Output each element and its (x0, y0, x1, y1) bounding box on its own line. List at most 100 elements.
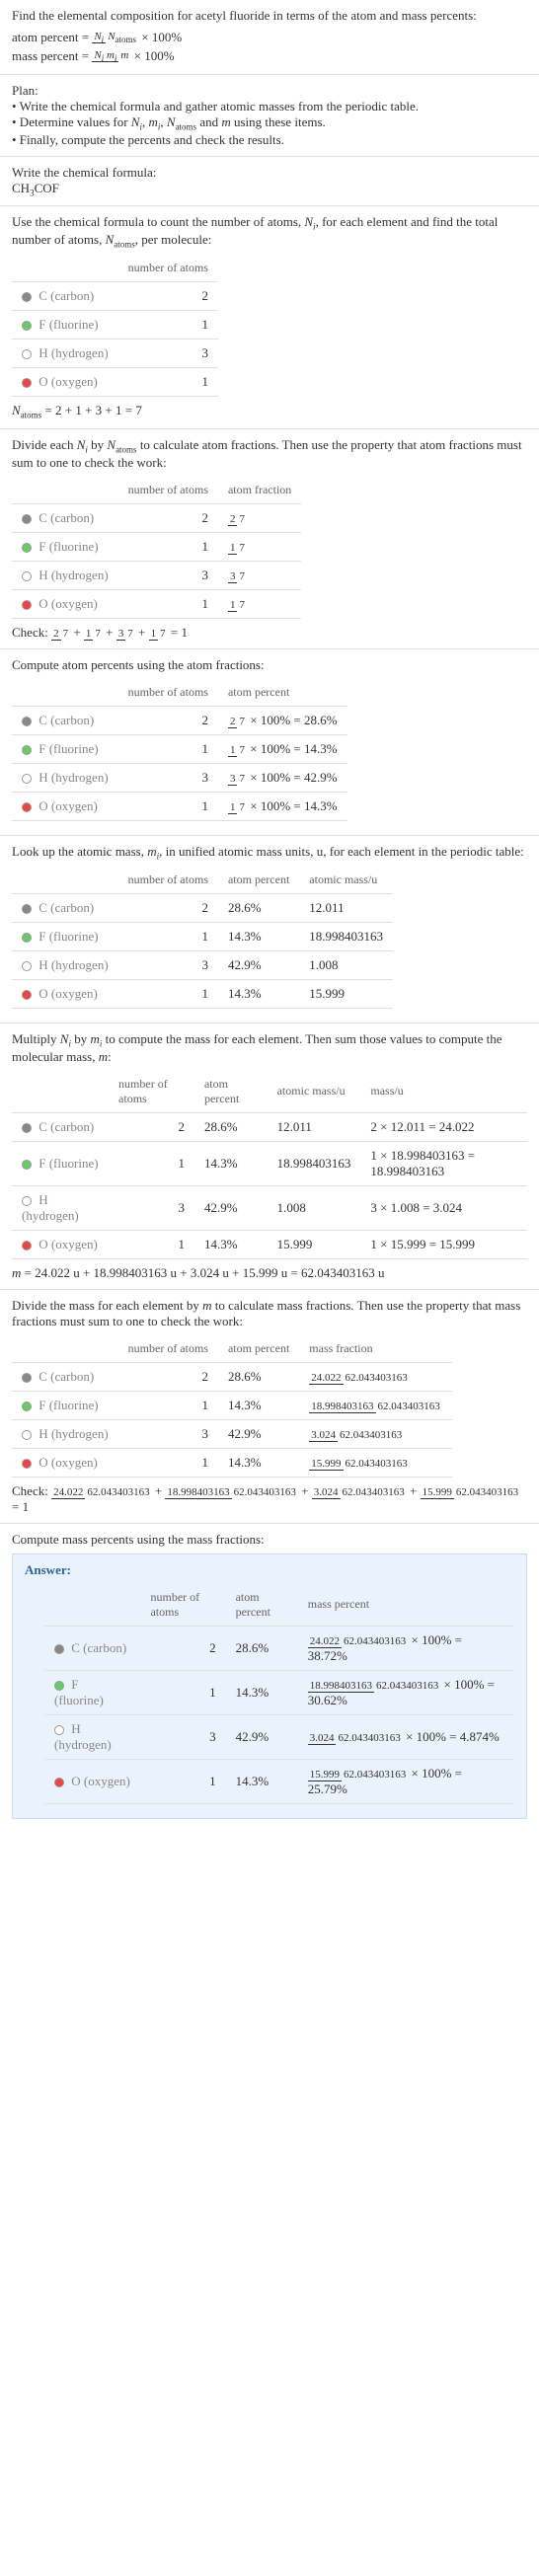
table-row: F (fluorine)117 × 100% = 14.3% (12, 734, 347, 763)
table-row: H (hydrogen)342.9%3.02462.043403163 × 10… (44, 1714, 514, 1759)
element-cell: H (hydrogen) (12, 1185, 109, 1230)
element-cell: O (oxygen) (12, 589, 118, 618)
element-dot-icon (22, 1373, 32, 1383)
atomic-mass: 1.008 (299, 951, 393, 980)
element-dot-icon (22, 774, 32, 784)
element-cell: O (oxygen) (12, 1448, 118, 1477)
element-cell: F (fluorine) (12, 1391, 118, 1419)
answer-table: number of atomsatom percentmass percent … (44, 1584, 514, 1804)
element-dot-icon (22, 571, 32, 581)
table-row: F (fluorine)117 (12, 532, 301, 561)
element-dot-icon (22, 1459, 32, 1469)
intro-prompt: Find the elemental composition for acety… (12, 8, 527, 24)
answer-intro: Compute mass percents using the mass fra… (12, 1532, 527, 1548)
element-dot-icon (54, 1681, 64, 1691)
mass-percent: 18.99840316362.043403163 × 100% = 30.62% (298, 1670, 514, 1714)
table-row: C (carbon)227 × 100% = 28.6% (12, 706, 347, 734)
ap-table: number of atomsatom percent C (carbon)22… (12, 679, 347, 821)
element-cell: C (carbon) (12, 706, 118, 734)
mass-intro: Multiply Ni by mi to compute the mass fo… (12, 1031, 527, 1065)
element-dot-icon (22, 378, 32, 388)
element-cell: F (fluorine) (44, 1670, 140, 1714)
count-block: Use the chemical formula to count the nu… (0, 206, 539, 429)
element-dot-icon (22, 933, 32, 943)
mass-table: number of atomsatom percentatomic mass/u… (12, 1071, 527, 1259)
element-dot-icon (22, 1196, 32, 1206)
atom-percent: 27 × 100% = 28.6% (218, 706, 347, 734)
mass-percent: 24.02262.043403163 × 100% = 38.72% (298, 1626, 514, 1670)
col-header: number of atoms (118, 255, 218, 282)
mass-fraction: 15.99962.043403163 (299, 1448, 452, 1477)
mf-check: Check: 24.02262.043403163 + 18.998403163… (12, 1483, 527, 1515)
atomic-mass-block: Look up the atomic mass, mi, in unified … (0, 836, 539, 1024)
table-row: H (hydrogen)342.9%1.008 (12, 951, 393, 980)
table-row: F (fluorine)114.3%18.998403163 (12, 923, 393, 951)
atom-percent: 17 × 100% = 14.3% (218, 792, 347, 820)
table-row: F (fluorine)114.3%18.9984031631 × 18.998… (12, 1141, 527, 1185)
table-row: O (oxygen)114.3%15.999 (12, 980, 393, 1009)
mass-percent: 15.99962.043403163 × 100% = 25.79% (298, 1759, 514, 1803)
plan-title: Plan: (12, 83, 527, 99)
atom-fraction: 37 (218, 561, 301, 589)
mass-u: 1 × 15.999 = 15.999 (360, 1230, 527, 1258)
atom-fraction-block: Divide each Ni by Natoms to calculate at… (0, 429, 539, 649)
atom-fraction: 17 (218, 589, 301, 618)
element-cell: C (carbon) (12, 282, 118, 311)
mf-intro: Divide the mass for each element by m to… (12, 1298, 527, 1329)
element-dot-icon (22, 543, 32, 553)
element-dot-icon (22, 1123, 32, 1133)
atomic-mass: 18.998403163 (299, 923, 393, 951)
element-cell: H (hydrogen) (12, 763, 118, 792)
element-dot-icon (22, 292, 32, 302)
table-row: F (fluorine)114.3%18.99840316362.0434031… (44, 1670, 514, 1714)
element-cell: O (oxygen) (12, 1230, 109, 1258)
af-intro: Divide each Ni by Natoms to calculate at… (12, 437, 527, 471)
count-sum: Natoms = 2 + 1 + 3 + 1 = 7 (12, 403, 527, 420)
element-cell: C (carbon) (12, 1112, 109, 1141)
mass-percent-formula: mass percent = Ni mim × 100% (12, 48, 527, 65)
element-dot-icon (22, 1430, 32, 1440)
element-dot-icon (22, 717, 32, 726)
table-row: H (hydrogen)3 (12, 340, 218, 368)
af-table: number of atomsatom fraction C (carbon)2… (12, 477, 301, 619)
table-row: C (carbon)228.6%12.0112 × 12.011 = 24.02… (12, 1112, 527, 1141)
mass-fraction: 24.02262.043403163 (299, 1362, 452, 1391)
element-cell: F (fluorine) (12, 532, 118, 561)
count-table: number of atoms C (carbon)2 F (fluorine)… (12, 255, 218, 397)
table-row: C (carbon)228.6%12.011 (12, 894, 393, 923)
n-atoms: 2 (118, 282, 218, 311)
element-dot-icon (22, 1160, 32, 1170)
element-cell: H (hydrogen) (44, 1714, 140, 1759)
element-cell: C (carbon) (12, 894, 118, 923)
element-cell: H (hydrogen) (12, 561, 118, 589)
element-dot-icon (54, 1725, 64, 1735)
table-row: O (oxygen)114.3%15.9991 × 15.999 = 15.99… (12, 1230, 527, 1258)
mf-table: number of atomsatom percentmass fraction… (12, 1335, 452, 1477)
element-dot-icon (22, 990, 32, 1000)
ap-intro: Compute atom percents using the atom fra… (12, 657, 527, 673)
n-atoms: 3 (118, 340, 218, 368)
mass-block: Multiply Ni by mi to compute the mass fo… (0, 1023, 539, 1290)
atom-percent: 37 × 100% = 42.9% (218, 763, 347, 792)
mass-sum: m = 24.022 u + 18.998403163 u + 3.024 u … (12, 1265, 527, 1281)
n-atoms: 1 (118, 311, 218, 340)
element-cell: C (carbon) (44, 1626, 140, 1670)
element-cell: C (carbon) (12, 1362, 118, 1391)
element-cell: F (fluorine) (12, 311, 118, 340)
element-dot-icon (22, 321, 32, 331)
table-row: H (hydrogen)337 × 100% = 42.9% (12, 763, 347, 792)
element-cell: H (hydrogen) (12, 340, 118, 368)
plan-b1: • Write the chemical formula and gather … (12, 99, 527, 114)
mass-u: 2 × 12.011 = 24.022 (360, 1112, 527, 1141)
mass-fraction: 18.99840316362.043403163 (299, 1391, 452, 1419)
af-check: Check: 27 + 17 + 37 + 17 = 1 (12, 625, 527, 641)
element-dot-icon (22, 1402, 32, 1411)
table-row: C (carbon)227 (12, 503, 301, 532)
atom-fraction: 17 (218, 532, 301, 561)
am-intro: Look up the atomic mass, mi, in unified … (12, 844, 527, 862)
element-dot-icon (54, 1644, 64, 1654)
intro-block: Find the elemental composition for acety… (0, 0, 539, 75)
table-row: O (oxygen)114.3%15.99962.043403163 × 100… (44, 1759, 514, 1803)
answer-box: Answer: number of atomsatom percentmass … (12, 1553, 527, 1819)
table-row: H (hydrogen)342.9%3.02462.043403163 (12, 1419, 452, 1448)
